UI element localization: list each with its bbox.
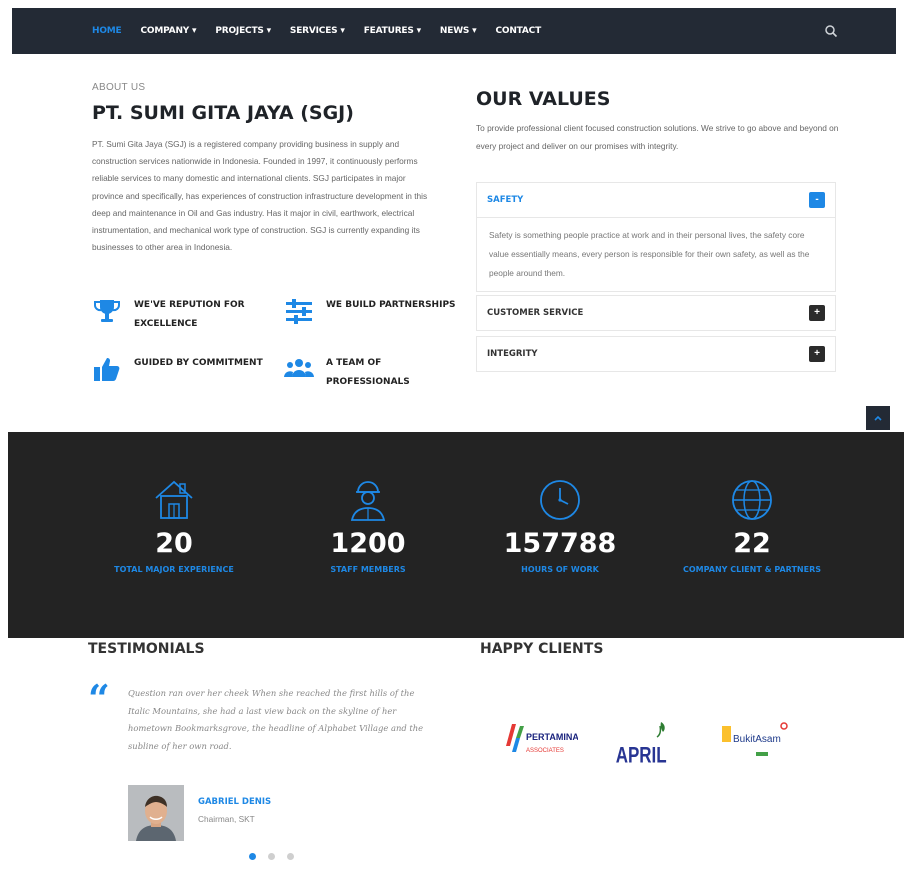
- stat-value: 20: [155, 528, 193, 559]
- expand-icon[interactable]: +: [809, 305, 825, 321]
- chevron-up-icon: [874, 415, 882, 421]
- april-logo: APRIL: [616, 722, 667, 769]
- accordion-safety: SAFETY - Safety is something people prac…: [476, 182, 836, 292]
- stat-label: COMPANY CLIENT & PARTNERS: [683, 565, 821, 574]
- testimonial-role: Chairman, SKT: [198, 814, 255, 824]
- feature-label: A TEAM OF PROFESSIONALS: [326, 358, 410, 387]
- nav-home[interactable]: HOME: [92, 26, 122, 36]
- feature-commitment: GUIDED BY COMMITMENT: [92, 354, 264, 384]
- clock-icon: [540, 480, 580, 520]
- nav-projects[interactable]: PROJECTS ▾: [215, 26, 271, 36]
- nav-company[interactable]: COMPANY ▾: [141, 26, 197, 36]
- bukitasam-logo: BukitAsam: [722, 722, 788, 756]
- stat-value: 22: [733, 528, 771, 559]
- about-title: PT. SUMI GITA JAYA (SGJ): [92, 102, 354, 124]
- feature-professionals: A TEAM OF PROFESSIONALS: [284, 354, 456, 392]
- carousel-dot-2[interactable]: [268, 853, 275, 860]
- svg-text:BukitAsam: BukitAsam: [733, 734, 781, 745]
- about-eyebrow: ABOUT US: [92, 82, 146, 93]
- nav-menu: HOME COMPANY ▾ PROJECTS ▾ SERVICES ▾ FEA…: [92, 8, 541, 54]
- trophy-icon: [94, 300, 120, 322]
- stat-major-experience: 20 TOTAL MAJOR EXPERIENCE: [74, 476, 274, 574]
- main-navbar: HOME COMPANY ▾ PROJECTS ▾ SERVICES ▾ FEA…: [12, 8, 896, 54]
- avatar: [128, 785, 184, 841]
- feature-label: GUIDED BY COMMITMENT: [134, 358, 263, 368]
- stat-label: TOTAL MAJOR EXPERIENCE: [114, 565, 234, 574]
- stat-hours-of-work: 157788 HOURS OF WORK: [460, 476, 660, 574]
- pertamina-logo: PERTAMINA ASSOCIATES: [506, 724, 579, 754]
- feature-label: WE'VE REPUTION FOR EXCELLENCE: [134, 300, 245, 329]
- nav-contact[interactable]: CONTACT: [495, 26, 541, 36]
- stat-value: 1200: [330, 528, 406, 559]
- accordion-customer-service: CUSTOMER SERVICE +: [476, 295, 836, 331]
- testimonials-title: TESTIMONIALS: [88, 641, 205, 657]
- thumbs-up-icon: [94, 358, 120, 381]
- accordion-integrity-header[interactable]: INTEGRITY +: [477, 337, 835, 371]
- client-logo-bukitasam[interactable]: BukitAsam: [720, 712, 792, 775]
- nav-features[interactable]: FEATURES ▾: [364, 26, 421, 36]
- feature-label: WE BUILD PARTNERSHIPS: [326, 300, 456, 310]
- values-description: To provide professional client focused c…: [476, 123, 839, 151]
- scroll-to-top-button[interactable]: [866, 406, 890, 430]
- worker-icon: [350, 481, 386, 521]
- client-logo-pertamina[interactable]: PERTAMINA ASSOCIATES: [502, 716, 579, 771]
- stat-value: 157788: [503, 528, 617, 559]
- sliders-icon: [286, 299, 312, 324]
- happy-clients-title: HAPPY CLIENTS: [480, 641, 604, 657]
- globe-icon: [732, 480, 772, 520]
- accordion-safety-body: Safety is something people practice at w…: [477, 217, 835, 291]
- stat-label: HOURS OF WORK: [521, 565, 599, 574]
- expand-icon[interactable]: +: [809, 346, 825, 362]
- quote-icon: “: [88, 676, 110, 721]
- carousel-dot-1[interactable]: [249, 853, 256, 860]
- testimonial-quote: Question ran over her cheek When she rea…: [128, 688, 424, 751]
- carousel-dot-3[interactable]: [287, 853, 294, 860]
- accordion-title: INTEGRITY: [487, 349, 538, 359]
- accordion-integrity: INTEGRITY +: [476, 336, 836, 372]
- nav-news[interactable]: NEWS ▾: [440, 26, 477, 36]
- svg-text:PERTAMINA: PERTAMINA: [526, 732, 578, 742]
- person-photo: [128, 785, 184, 841]
- stat-label: STAFF MEMBERS: [330, 565, 406, 574]
- client-logo-april[interactable]: APRIL: [614, 712, 674, 775]
- accordion-safety-header[interactable]: SAFETY -: [477, 183, 835, 217]
- accordion-title: CUSTOMER SERVICE: [487, 308, 584, 318]
- values-title: OUR VALUES: [476, 88, 611, 110]
- accordion-title: SAFETY: [487, 195, 524, 205]
- team-icon: [284, 359, 314, 377]
- nav-services[interactable]: SERVICES ▾: [290, 26, 345, 36]
- search-icon[interactable]: [824, 24, 838, 38]
- feature-partnerships: WE BUILD PARTNERSHIPS: [284, 296, 456, 326]
- collapse-icon[interactable]: -: [809, 192, 825, 208]
- svg-text:ASSOCIATES: ASSOCIATES: [526, 748, 564, 754]
- testimonial-author[interactable]: GABRIEL DENIS: [198, 797, 271, 807]
- building-icon: [155, 480, 193, 519]
- stats-section: 20 TOTAL MAJOR EXPERIENCE 1200 STAFF MEM…: [8, 432, 904, 638]
- feature-excellence: WE'VE REPUTION FOR EXCELLENCE: [92, 296, 264, 334]
- stat-staff-members: 1200 STAFF MEMBERS: [268, 476, 468, 574]
- svg-text:APRIL: APRIL: [616, 744, 667, 769]
- carousel-dots: [249, 853, 294, 860]
- about-description: PT. Sumi Gita Jaya (SGJ) is a registered…: [92, 139, 428, 253]
- accordion-customer-service-header[interactable]: CUSTOMER SERVICE +: [477, 296, 835, 330]
- stat-company-clients: 22 COMPANY CLIENT & PARTNERS: [652, 476, 852, 574]
